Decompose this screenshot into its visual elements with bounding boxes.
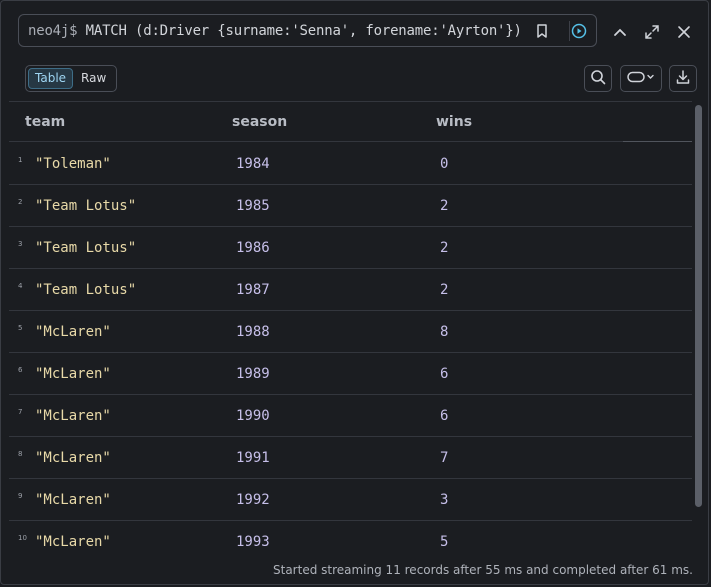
cell-season: 1987	[236, 282, 270, 298]
header-divider	[623, 141, 692, 142]
cell-wins: 0	[440, 156, 449, 172]
cell-wins: 8	[440, 324, 449, 340]
table-row: 7 "McLaren" 1990 6	[9, 395, 692, 437]
query-editor[interactable]: neo4j$ MATCH (d:Driver {surname:'Senna',…	[18, 14, 597, 47]
view-toggle: Table Raw	[25, 65, 117, 92]
toggle-switch-icon	[626, 69, 656, 88]
row-number: 9	[18, 492, 23, 500]
column-header-season[interactable]: season	[232, 114, 287, 130]
cell-season: 1986	[236, 240, 270, 256]
download-button[interactable]	[669, 65, 697, 92]
toggle-options-button[interactable]	[620, 65, 662, 92]
table-row: 8 "McLaren" 1991 7	[9, 437, 692, 479]
expand-icon[interactable]	[641, 21, 663, 43]
row-number: 1	[18, 156, 23, 164]
cell-team: "Team Lotus"	[35, 240, 137, 256]
row-number: 5	[18, 324, 23, 332]
cell-team: "McLaren"	[35, 324, 111, 340]
column-header-wins[interactable]: wins	[436, 114, 472, 130]
toggle-table[interactable]: Table	[28, 68, 74, 89]
cell-team: "McLaren"	[35, 492, 111, 508]
search-button[interactable]	[584, 65, 612, 92]
cell-wins: 7	[440, 450, 449, 466]
scrollbar-thumb[interactable]	[695, 105, 702, 507]
row-number: 10	[18, 534, 27, 542]
cell-team: "McLaren"	[35, 366, 111, 382]
table-row: 2 "Team Lotus" 1985 2	[9, 185, 692, 227]
table-row: 6 "McLaren" 1989 6	[9, 353, 692, 395]
row-number: 8	[18, 450, 23, 458]
cell-wins: 3	[440, 492, 449, 508]
cell-team: "McLaren"	[35, 450, 111, 466]
table-row: 3 "Team Lotus" 1986 2	[9, 227, 692, 269]
cell-season: 1992	[236, 492, 270, 508]
cell-wins: 2	[440, 198, 449, 214]
column-header-team[interactable]: team	[25, 114, 65, 130]
table-header: team season wins	[9, 102, 692, 142]
cell-team: "McLaren"	[35, 408, 111, 424]
cell-season: 1993	[236, 534, 270, 550]
cell-team: "Team Lotus"	[35, 198, 137, 214]
cell-season: 1988	[236, 324, 270, 340]
cell-season: 1989	[236, 366, 270, 382]
bookmark-icon[interactable]	[532, 21, 552, 41]
cell-season: 1990	[236, 408, 270, 424]
cell-wins: 2	[440, 282, 449, 298]
table-row: 10 "McLaren" 1993 5	[9, 521, 692, 556]
search-icon	[590, 69, 606, 89]
download-icon	[675, 69, 691, 89]
cell-season: 1991	[236, 450, 270, 466]
query-cypher: MATCH (d:Driver {surname:'Senna', forena…	[85, 22, 528, 39]
status-text: Started streaming 11 records after 55 ms…	[273, 563, 693, 577]
cell-wins: 5	[440, 534, 449, 550]
table-row: 5 "McLaren" 1988 8	[9, 311, 692, 353]
cell-team: "Team Lotus"	[35, 282, 137, 298]
chevron-up-icon[interactable]	[609, 21, 631, 43]
cell-team: "Toleman"	[35, 156, 111, 172]
cell-wins: 2	[440, 240, 449, 256]
close-icon[interactable]	[673, 21, 695, 43]
cell-season: 1984	[236, 156, 270, 172]
cell-wins: 6	[440, 408, 449, 424]
row-number: 2	[18, 198, 23, 206]
toggle-raw[interactable]: Raw	[75, 68, 112, 89]
play-circle-icon[interactable]	[569, 21, 589, 41]
table-row: 9 "McLaren" 1992 3	[9, 479, 692, 521]
row-number: 6	[18, 366, 23, 374]
cell-season: 1985	[236, 198, 270, 214]
table-row: 1 "Toleman" 1984 0	[9, 143, 692, 185]
row-number: 4	[18, 282, 23, 290]
query-text[interactable]: neo4j$ MATCH (d:Driver {surname:'Senna',…	[19, 23, 528, 39]
query-prompt: neo4j$	[28, 22, 78, 39]
row-number: 3	[18, 240, 23, 248]
cell-wins: 6	[440, 366, 449, 382]
result-frame: neo4j$ MATCH (d:Driver {surname:'Senna',…	[0, 0, 709, 585]
table-row: 4 "Team Lotus" 1987 2	[9, 269, 692, 311]
row-number: 7	[18, 408, 23, 416]
cell-team: "McLaren"	[35, 534, 111, 550]
result-table: team season wins 1 "Toleman" 1984 0 2 "T…	[9, 101, 692, 556]
